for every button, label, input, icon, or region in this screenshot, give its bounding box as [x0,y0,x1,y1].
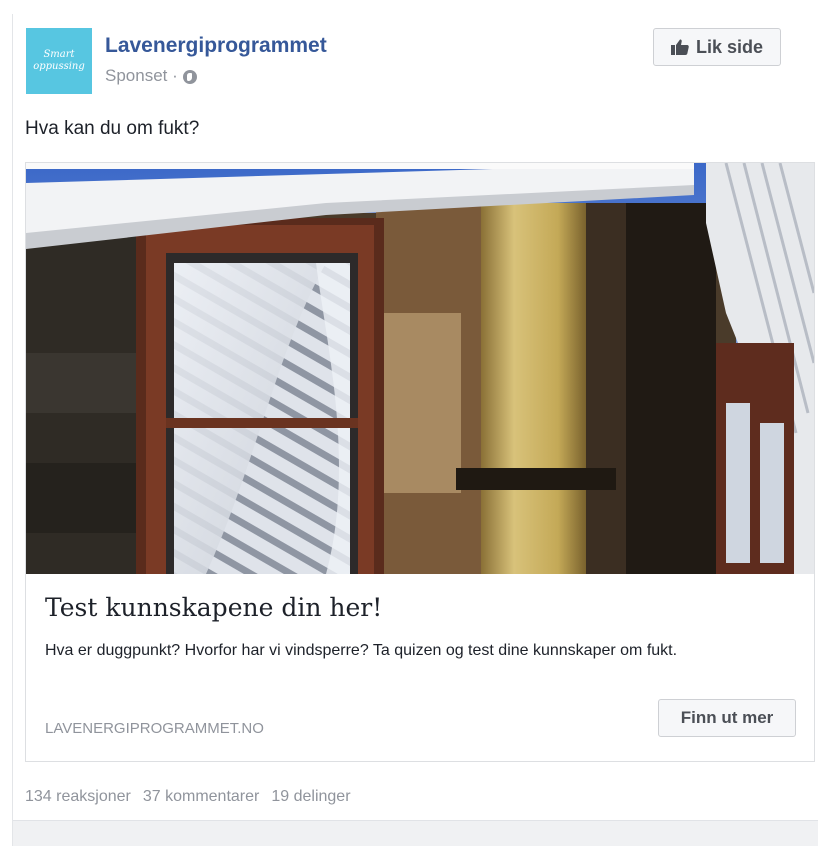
feed-frame: Smart oppussing Lavenergiprogrammet Spon… [12,14,818,846]
sponsored-label[interactable]: Sponset · [105,66,178,86]
globe-icon [182,70,197,84]
sponsored-post: Smart oppussing Lavenergiprogrammet Spon… [13,14,818,821]
shares-count[interactable]: 19 delinger [271,788,350,806]
sponsored-row: Sponset · [105,66,197,86]
like-page-label: Lik side [695,36,764,57]
learn-more-button[interactable]: Finn ut mer [658,699,796,737]
comments-count[interactable]: 37 kommentarer [143,788,260,806]
attachment-title[interactable]: Test kunnskapene din her! [45,593,382,622]
reactions-count[interactable]: 134 reaksjoner [25,788,131,806]
logo-text-line2: oppussing [33,61,85,72]
page-logo[interactable]: Smart oppussing [26,28,92,94]
attachment-domain: LAVENERGIPROGRAMMET.NO [45,720,264,737]
attachment-photo[interactable] [26,163,814,574]
attachment-description: Hva er duggpunkt? Hvorfor har vi vindspe… [45,642,678,659]
link-attachment[interactable]: Test kunnskapene din her! Hva er duggpun… [25,162,815,762]
logo-text-line1: Smart [43,49,75,60]
engagement-stats: 134 reaksjoner 37 kommentarer 19 delinge… [25,788,351,806]
post-message: Hva kan du om fukt? [25,118,200,139]
thumbs-up-icon [670,39,689,55]
like-page-button[interactable]: Lik side [653,28,781,66]
page-name-link[interactable]: Lavenergiprogrammet [105,34,327,58]
